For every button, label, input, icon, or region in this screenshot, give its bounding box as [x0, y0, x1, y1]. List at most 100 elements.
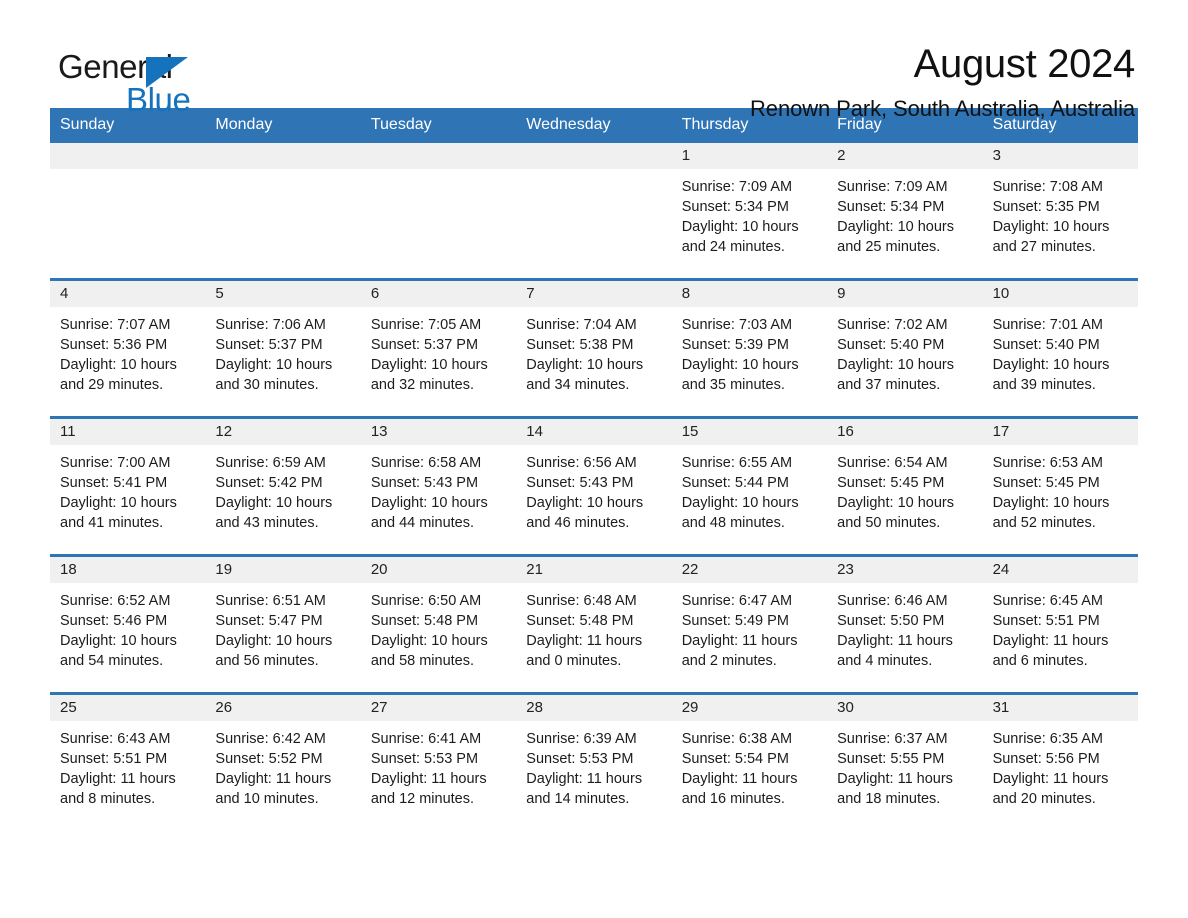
day-detail-line: Sunset: 5:43 PM: [526, 474, 634, 491]
calendar-day-cell[interactable]: 24 Sunrise: 6:45 AM Sunset: 5:51 PM Dayligh…: [982, 556, 1138, 692]
day-detail-line: Sunrise: 6:53 AM: [992, 454, 1103, 471]
day-number: 7: [526, 284, 535, 302]
day-detail-line: Sunrise: 6:46 AM: [837, 592, 948, 609]
day-detail-line: Sunrise: 6:48 AM: [526, 592, 637, 609]
calendar-day-cell[interactable]: 19 Sunrise: 6:51 AM Sunset: 5:47 PM Dayligh…: [205, 556, 361, 692]
day-detail-line: Daylight: 10 hours: [526, 494, 644, 511]
day-detail-line: Sunset: 5:52 PM: [215, 750, 323, 767]
calendar-day-cell[interactable]: 31 Sunrise: 6:35 AM Sunset: 5:56 PM Dayligh…: [982, 694, 1138, 830]
calendar-day-cell[interactable]: 29 Sunrise: 6:38 AM Sunset: 5:54 PM Dayligh…: [671, 694, 828, 830]
day-details: Sunrise: 6:56 AM Sunset: 5:43 PM Daylight:…: [516, 445, 671, 533]
calendar-weeks: 1 Sunrise: 7:09 AM Sunset: 5:34 PM Daylight…: [50, 142, 1138, 830]
day-detail-line: Sunset: 5:44 PM: [681, 474, 789, 491]
calendar-day-cell[interactable]: 30 Sunrise: 6:37 AM Sunset: 5:55 PM Dayligh…: [827, 694, 983, 830]
day-detail-line: and 50 minutes.: [837, 514, 941, 531]
day-number-band: 11: [50, 418, 206, 445]
day-detail-line: and 37 minutes.: [837, 376, 941, 393]
day-number: 22: [681, 560, 699, 578]
day-detail-line: Sunset: 5:34 PM: [837, 198, 945, 215]
day-detail-line: and 0 minutes.: [526, 652, 622, 669]
calendar-day-cell[interactable]: 16 Sunrise: 6:54 AM Sunset: 5:45 PM Dayligh…: [827, 418, 983, 554]
day-number: 19: [215, 560, 233, 578]
day-detail-line: and 12 minutes.: [370, 790, 475, 807]
calendar-day-cell[interactable]: 5 Sunrise: 7:06 AM Sunset: 5:37 PM Daylight…: [205, 280, 361, 416]
day-details: Sunrise: 6:38 AM Sunset: 5:54 PM Daylight:…: [672, 721, 827, 809]
day-number-band: 1: [671, 142, 828, 169]
day-number-band: 15: [671, 418, 828, 445]
day-number: 18: [60, 560, 77, 578]
day-detail-line: Daylight: 11 hours: [526, 632, 643, 649]
calendar-day-cell[interactable]: 4 Sunrise: 7:07 AM Sunset: 5:36 PM Daylight…: [50, 280, 206, 416]
day-details: Sunrise: 6:55 AM Sunset: 5:44 PM Daylight:…: [672, 445, 827, 533]
day-details: Sunrise: 7:09 AM Sunset: 5:34 PM Daylight:…: [827, 169, 982, 257]
day-detail-line: Sunrise: 6:38 AM: [681, 730, 793, 747]
calendar-day-cell[interactable]: 7 Sunrise: 7:04 AM Sunset: 5:38 PM Daylight…: [516, 280, 672, 416]
day-detail-line: Sunrise: 7:02 AM: [837, 316, 948, 333]
day-details: Sunrise: 6:39 AM Sunset: 5:53 PM Daylight:…: [516, 721, 671, 809]
day-detail-line: Sunrise: 6:50 AM: [370, 592, 482, 609]
calendar-day-cell[interactable]: 6 Sunrise: 7:05 AM Sunset: 5:37 PM Daylight…: [360, 280, 517, 416]
day-number: [361, 143, 516, 147]
day-number-band: 9: [827, 280, 983, 307]
calendar-day-cell[interactable]: 8 Sunrise: 7:03 AM Sunset: 5:39 PM Daylight…: [671, 280, 828, 416]
day-detail-line: Daylight: 10 hours: [215, 632, 333, 649]
day-detail-line: and 20 minutes.: [992, 790, 1096, 807]
day-number-band: 31: [982, 694, 1138, 721]
calendar-day-cell[interactable]: 9 Sunrise: 7:02 AM Sunset: 5:40 PM Daylight…: [827, 280, 983, 416]
calendar-grid: Sunday Monday Tuesday Wednesday Thursday…: [50, 108, 1138, 830]
calendar-day-cell[interactable]: 13 Sunrise: 6:58 AM Sunset: 5:43 PM Dayligh…: [360, 418, 517, 554]
day-detail-line: and 30 minutes.: [215, 376, 319, 393]
day-number: 2: [837, 146, 846, 164]
day-details: Sunrise: 7:06 AM Sunset: 5:37 PM Daylight:…: [205, 307, 360, 395]
day-detail-line: Daylight: 11 hours: [992, 770, 1109, 787]
day-details: Sunrise: 7:09 AM Sunset: 5:34 PM Daylight:…: [672, 169, 827, 257]
calendar-day-cell[interactable]: 18 Sunrise: 6:52 AM Sunset: 5:46 PM Dayligh…: [50, 556, 206, 692]
day-details: Sunrise: 7:07 AM Sunset: 5:36 PM Daylight:…: [50, 307, 205, 395]
calendar-day-cell[interactable]: 15 Sunrise: 6:55 AM Sunset: 5:44 PM Dayligh…: [671, 418, 828, 554]
day-detail-line: Sunset: 5:45 PM: [837, 474, 945, 491]
calendar-week-row: 11 Sunrise: 7:00 AM Sunset: 5:41 PM Dayligh…: [50, 415, 1138, 554]
day-number-band: 3: [982, 142, 1138, 169]
day-detail-line: Daylight: 11 hours: [215, 770, 332, 787]
calendar-day-cell[interactable]: 12 Sunrise: 6:59 AM Sunset: 5:42 PM Dayligh…: [205, 418, 361, 554]
calendar-day-cell[interactable]: 3 Sunrise: 7:08 AM Sunset: 5:35 PM Daylight…: [982, 142, 1138, 278]
calendar-day-cell[interactable]: 11 Sunrise: 7:00 AM Sunset: 5:41 PM Dayligh…: [50, 418, 206, 554]
calendar-day-cell[interactable]: 21 Sunrise: 6:48 AM Sunset: 5:48 PM Dayligh…: [516, 556, 672, 692]
calendar-day-cell[interactable]: 14 Sunrise: 6:56 AM Sunset: 5:43 PM Dayligh…: [516, 418, 672, 554]
calendar-day-cell[interactable]: 2 Sunrise: 7:09 AM Sunset: 5:34 PM Daylight…: [827, 142, 983, 278]
page-header: General Blue August 2024 Renown Park, So…: [50, 0, 1138, 121]
calendar-day-cell[interactable]: 20 Sunrise: 6:50 AM Sunset: 5:48 PM Dayligh…: [360, 556, 517, 692]
calendar-day-cell[interactable]: 22 Sunrise: 6:47 AM Sunset: 5:49 PM Dayligh…: [671, 556, 828, 692]
day-number: 24: [992, 560, 1010, 578]
generalblue-logo[interactable]: General Blue: [50, 42, 310, 116]
calendar-day-cell[interactable]: 1 Sunrise: 7:09 AM Sunset: 5:34 PM Daylight…: [671, 142, 828, 278]
day-detail-line: Daylight: 10 hours: [992, 218, 1110, 235]
calendar-day-cell[interactable]: 25 Sunrise: 6:43 AM Sunset: 5:51 PM Dayligh…: [50, 694, 206, 830]
day-detail-line: and 6 minutes.: [992, 652, 1088, 669]
day-detail-line: Daylight: 10 hours: [681, 494, 799, 511]
day-detail-line: Daylight: 10 hours: [837, 494, 955, 511]
day-details: Sunrise: 6:43 AM Sunset: 5:51 PM Daylight:…: [50, 721, 205, 809]
calendar-day-cell[interactable]: 23 Sunrise: 6:46 AM Sunset: 5:50 PM Dayligh…: [827, 556, 983, 692]
day-number-band: 5: [205, 280, 361, 307]
day-details: Sunrise: 6:58 AM Sunset: 5:43 PM Daylight:…: [361, 445, 516, 533]
calendar-week-row: 1 Sunrise: 7:09 AM Sunset: 5:34 PM Daylight…: [50, 142, 1138, 278]
day-detail-line: Daylight: 11 hours: [681, 770, 798, 787]
day-detail-line: and 35 minutes.: [681, 376, 785, 393]
day-detail-line: Sunrise: 7:06 AM: [215, 316, 326, 333]
day-detail-line: Sunrise: 6:59 AM: [215, 454, 326, 471]
day-detail-line: Daylight: 11 hours: [992, 632, 1109, 649]
calendar-day-cell[interactable]: 28 Sunrise: 6:39 AM Sunset: 5:53 PM Dayligh…: [516, 694, 672, 830]
calendar-day-cell[interactable]: 10 Sunrise: 7:01 AM Sunset: 5:40 PM Dayligh…: [982, 280, 1138, 416]
day-detail-line: and 32 minutes.: [370, 376, 475, 393]
calendar-day-cell[interactable]: 27 Sunrise: 6:41 AM Sunset: 5:53 PM Dayligh…: [360, 694, 517, 830]
day-number: [205, 143, 360, 147]
day-details: Sunrise: 7:00 AM Sunset: 5:41 PM Daylight:…: [50, 445, 205, 533]
day-number-band: 16: [827, 418, 983, 445]
day-detail-line: Sunrise: 6:42 AM: [215, 730, 326, 747]
day-number: 31: [992, 698, 1010, 716]
day-number-band: 24: [982, 556, 1138, 583]
calendar-day-cell[interactable]: 26 Sunrise: 6:42 AM Sunset: 5:52 PM Dayligh…: [205, 694, 361, 830]
day-details: Sunrise: 7:05 AM Sunset: 5:37 PM Daylight:…: [361, 307, 516, 395]
calendar-day-cell[interactable]: 17 Sunrise: 6:53 AM Sunset: 5:45 PM Dayligh…: [982, 418, 1138, 554]
